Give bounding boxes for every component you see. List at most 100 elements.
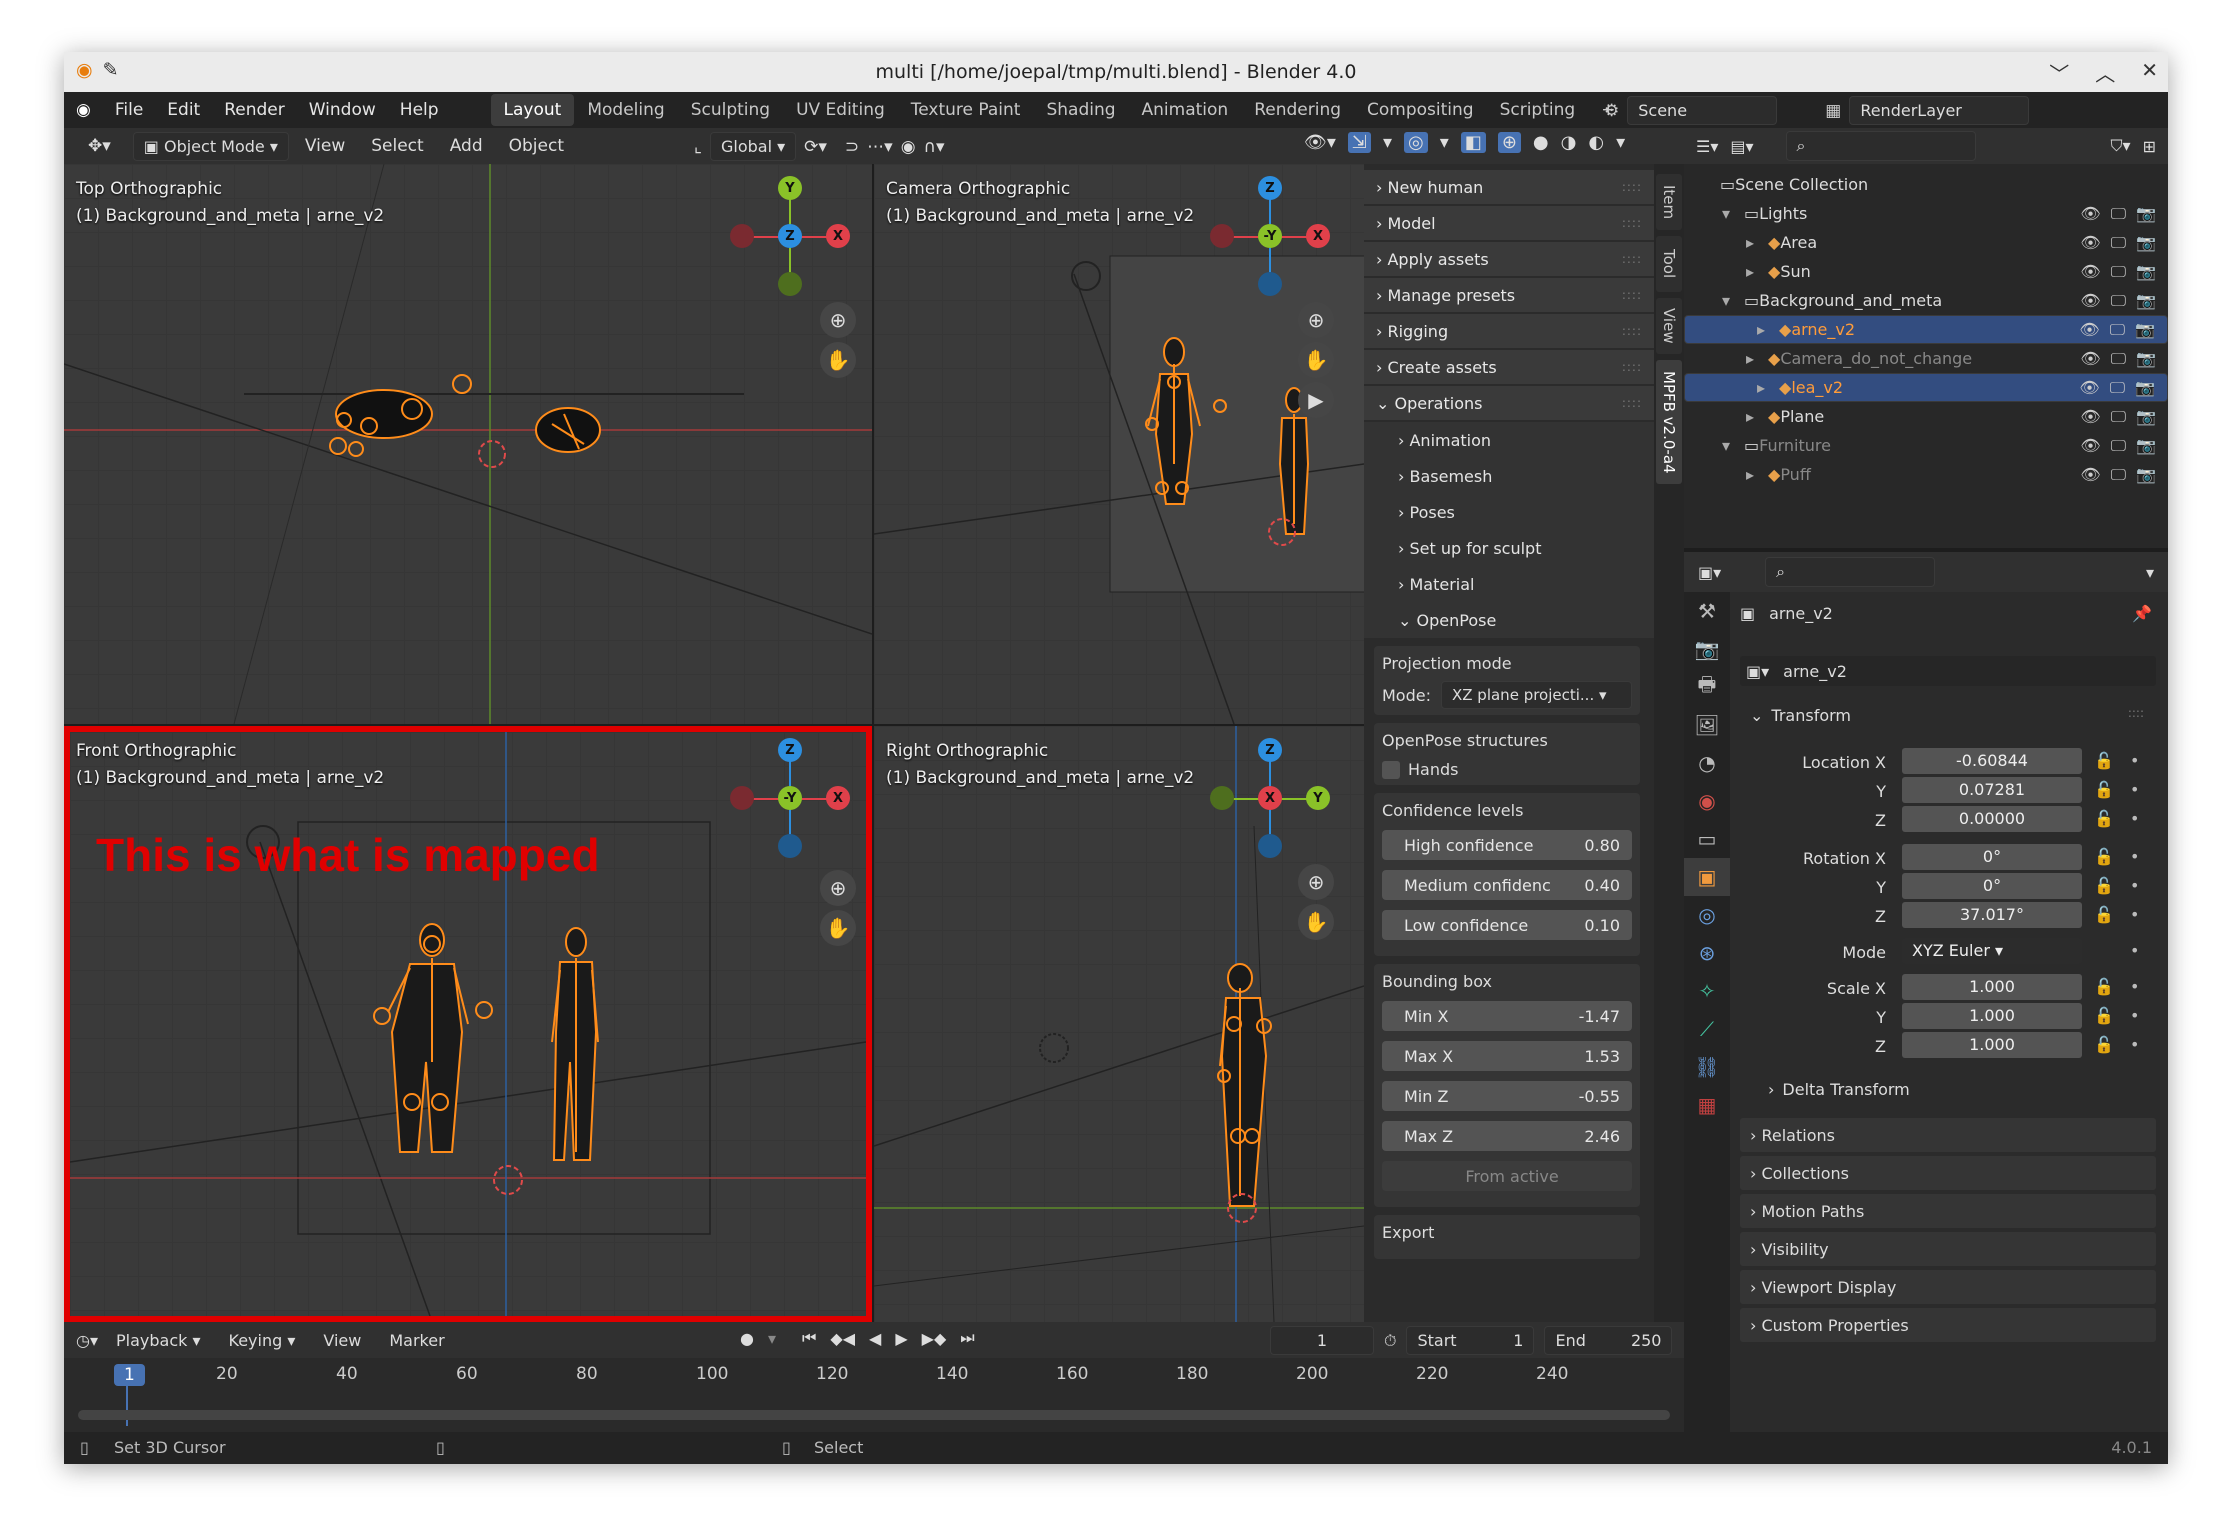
expand-arrow-icon[interactable]: ▸ [1746,233,1768,252]
gizmo-z-right[interactable]: Z [1258,738,1282,762]
zoom-icon[interactable]: ⊕ [1298,864,1334,900]
camera-icon[interactable]: 📷 [2135,320,2155,340]
drag-handle-icon[interactable]: :::: [1622,216,1642,230]
rotation-z-field[interactable]: 37.017° [1902,902,2082,928]
subpanel-animation[interactable]: › Animation [1364,422,1654,458]
editor-type-icon[interactable]: ✥▾ [78,132,121,160]
projection-mode-dropdown[interactable]: XZ plane projecti... ▾ [1440,681,1632,709]
solid-shading-icon[interactable]: ● [1533,132,1549,153]
section-visibility[interactable]: › Visibility [1740,1232,2156,1266]
expand-arrow-icon[interactable]: ▸ [1746,465,1768,484]
tab-mpfb[interactable]: MPFB v2.0-a4 [1656,360,1682,484]
lock-icon[interactable]: 🔓 [2094,809,2114,828]
gizmo-neg-y-front[interactable]: -Y [778,786,802,810]
expand-arrow-icon[interactable]: ▸ [1746,407,1768,426]
outliner-row[interactable]: ▸ ◆ Camera_do_not_change 👁 🖵 📷 [1684,344,2168,373]
zoom-icon[interactable]: ⊕ [820,302,856,338]
pan-hand-icon[interactable]: ✋ [1298,904,1334,940]
tab-animation[interactable]: Animation [1129,94,1242,126]
scene-icon[interactable]: ⚙ [1604,101,1619,121]
mode-selector[interactable]: ▣ Object Mode ▾ [132,131,289,161]
gizmo-y-top[interactable]: Y [778,176,802,200]
outliner-row[interactable]: ▾ ▭ Furniture 👁 🖵 📷 [1684,431,2168,460]
axis-gizmo-camera[interactable]: Z -Y X [1210,176,1330,296]
menu-render[interactable]: Render [212,100,297,120]
gizmo-x-front[interactable]: X [826,786,850,810]
viewport-right[interactable]: Right Orthographic (1) Background_and_met… [874,726,1364,1322]
section-relations[interactable]: › Relations [1740,1118,2156,1152]
gizmo-y-right[interactable]: Y [1306,786,1330,810]
camera-icon[interactable]: 📷 [2136,291,2156,311]
menu-playback[interactable]: Playback ▾ [106,1327,211,1354]
menu-edit[interactable]: Edit [155,100,212,120]
camera-icon[interactable]: 📷 [2136,233,2156,253]
drag-handle-icon[interactable]: :::: [1622,252,1642,266]
panel-apply-assets[interactable]: › Apply assets:::: [1364,242,1654,278]
tab-view[interactable]: View [1656,298,1682,354]
keyframe-dot-icon[interactable]: • [2130,977,2139,996]
play-icon[interactable]: ▶ [895,1329,907,1348]
eye-icon[interactable]: 👁 [2079,378,2099,398]
rotation-y-field[interactable]: 0° [1902,873,2082,899]
high-confidence-field[interactable]: High confidence 0.80 [1382,830,1632,860]
expand-arrow-icon[interactable]: ▸ [1757,378,1779,397]
filter-icon[interactable]: ⛉▾ [2111,136,2131,156]
rendered-shading-icon[interactable]: ◐ [1588,132,1604,153]
falloff-icon[interactable]: ∩▾ [924,137,945,157]
camera-view-icon[interactable]: ▶ [1298,382,1334,418]
location-z-field[interactable]: 0.00000 [1902,806,2082,832]
outliner-row[interactable]: ▸ ◆ lea_v2 👁 🖵 📷 [1684,373,2168,402]
render-tab-icon[interactable]: 📷 [1684,630,1730,668]
drag-handle-icon[interactable]: :::: [1622,180,1642,194]
properties-search-input[interactable]: ⌕ [1765,557,1936,587]
panel-operations[interactable]: ⌄ Operations:::: [1364,386,1654,422]
material-shading-icon[interactable]: ◑ [1561,132,1577,153]
rotation-mode-dropdown[interactable]: XYZ Euler ▾ [1902,938,2082,964]
menu-marker[interactable]: Marker [379,1327,454,1354]
transform-header[interactable]: ⌄ Transform [1750,706,1851,725]
outliner-row[interactable]: ▸ ◆ Plane 👁 🖵 📷 [1684,402,2168,431]
timeline-scrollbar[interactable] [78,1410,1670,1420]
min-x-field[interactable]: Min X -1.47 [1382,1001,1632,1031]
view-layer-icon[interactable]: ▦ [1825,101,1841,121]
drag-handle-icon[interactable]: :::: [1622,324,1642,338]
keyframe-dot-icon[interactable]: • [2130,876,2139,895]
keyframe-dot-icon[interactable]: • [2130,1006,2139,1025]
outliner-row[interactable]: ▸ ◆ arne_v2 👁 🖵 📷 [1684,315,2168,344]
gizmo-x-right[interactable]: X [1258,786,1282,810]
lock-icon[interactable]: 🔓 [2094,780,2114,799]
close-button[interactable]: ✕ [2141,58,2158,87]
camera-icon[interactable]: 📷 [2136,436,2156,456]
menu-select[interactable]: Select [361,132,433,160]
drag-handle-icon[interactable]: :::: [2128,706,2144,720]
lock-icon[interactable]: 🔓 [2094,847,2114,866]
viewport-front[interactable]: Front Orthographic (1) Background_and_met… [64,726,872,1322]
lock-icon[interactable]: 🔓 [2094,1006,2114,1025]
camera-icon[interactable]: 📷 [2136,262,2156,282]
drag-handle-icon[interactable]: :::: [1622,396,1642,410]
pin-icon[interactable]: 📌 [2132,604,2152,623]
lock-icon[interactable]: 🔓 [2094,876,2114,895]
gizmo-neg-x-camera[interactable] [1210,224,1234,248]
timeline-editor-icon[interactable]: ◷▾ [76,1331,98,1350]
gizmo-neg-z-camera[interactable] [1258,272,1282,296]
panel-manage-presets[interactable]: › Manage presets:::: [1364,278,1654,314]
current-frame-field[interactable]: 1 [1270,1326,1374,1355]
eye-icon[interactable]: 👁 [2080,204,2100,224]
outliner-row[interactable]: ▾ ▭ Lights 👁 🖵 📷 [1684,199,2168,228]
drag-handle-icon[interactable]: :::: [1622,288,1642,302]
snap-icon[interactable]: ⊃ [845,137,859,157]
frame-ruler[interactable]: 1 20 40 60 80 100 120 140 160 180 200 220 240 [64,1358,1684,1426]
camera-icon[interactable]: 📷 [2136,465,2156,485]
subpanel-setup-sculpt[interactable]: › Set up for sculpt [1364,530,1654,566]
minimize-button[interactable]: ﹀ [2049,58,2069,87]
from-active-button[interactable]: From active [1382,1161,1632,1191]
panel-create-assets[interactable]: › Create assets:::: [1364,350,1654,386]
keyframe-dot-icon[interactable]: • [2130,847,2139,866]
expand-arrow-icon[interactable]: ▾ [1722,291,1744,310]
tab-uv-editing[interactable]: UV Editing [783,94,898,126]
tab-layout[interactable]: Layout [490,94,575,126]
eye-icon[interactable]: 👁 [2079,320,2099,340]
tab-compositing[interactable]: Compositing [1354,94,1487,126]
drag-handle-icon[interactable]: :::: [1622,360,1642,374]
